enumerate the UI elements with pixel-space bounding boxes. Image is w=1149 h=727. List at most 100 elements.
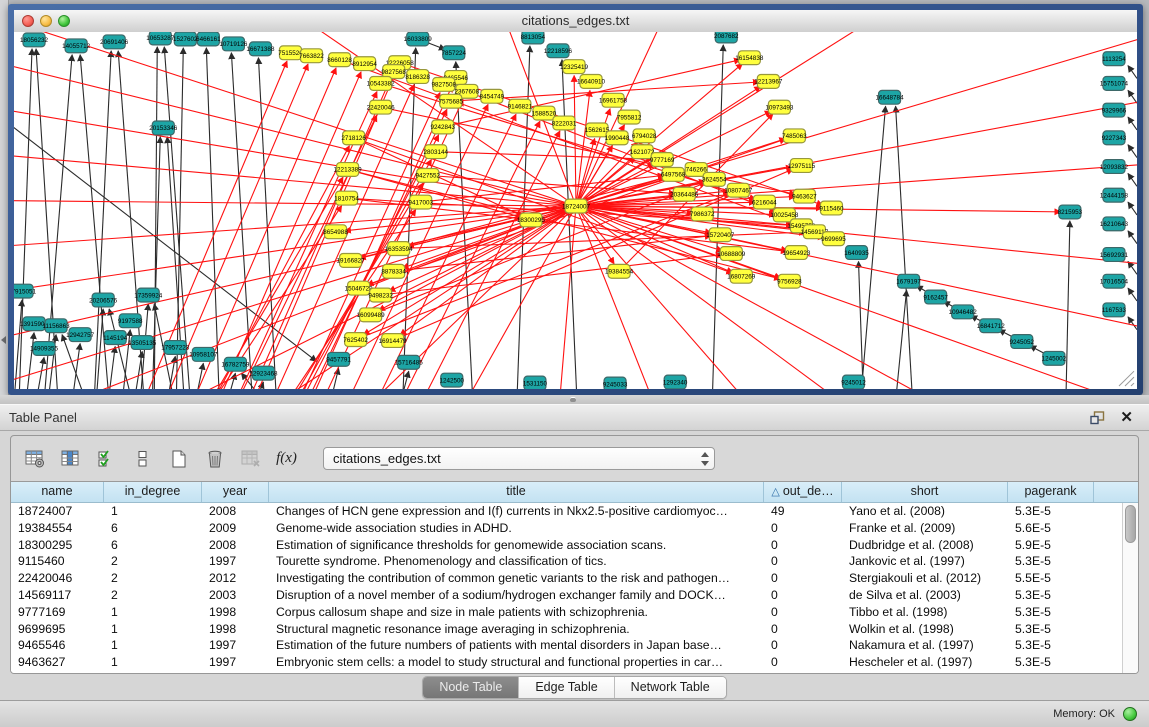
- graph-node[interactable]: 16033809: [404, 32, 433, 46]
- graph-node[interactable]: 10688809: [717, 247, 746, 261]
- graph-node[interactable]: 9498232: [368, 288, 393, 302]
- graph-node[interactable]: 15692931: [1100, 248, 1129, 262]
- graph-node[interactable]: 9245052: [1010, 335, 1035, 349]
- graph-node[interactable]: 16154838: [735, 51, 764, 65]
- graph-node[interactable]: 9197588: [118, 314, 143, 328]
- graph-node[interactable]: 16671388: [246, 42, 275, 56]
- graph-node[interactable]: 10653287: [146, 32, 175, 45]
- graph-node[interactable]: 15751074: [1100, 77, 1129, 91]
- graph-node[interactable]: 16640910: [577, 75, 606, 89]
- graph-node[interactable]: 12093832: [1100, 160, 1129, 174]
- tab-edge-table[interactable]: Edge Table: [519, 677, 614, 698]
- network-canvas[interactable]: 1872400712325419166409101696175879558121…: [14, 32, 1137, 389]
- graph-node[interactable]: 12942757: [66, 328, 95, 342]
- graph-node[interactable]: 9115460: [819, 201, 844, 215]
- column-header-in_degree[interactable]: in_degree: [104, 482, 202, 502]
- select-all-icon[interactable]: [93, 445, 120, 472]
- graph-node[interactable]: 14055712: [62, 39, 91, 53]
- graph-node[interactable]: 6466161: [196, 32, 221, 46]
- graph-node[interactable]: 7986372: [690, 207, 715, 221]
- graph-node[interactable]: 18724007: [562, 199, 591, 213]
- graph-node[interactable]: 17359924: [134, 288, 163, 302]
- graph-node[interactable]: 12923468: [249, 366, 278, 380]
- graph-node[interactable]: 10807467: [724, 183, 753, 197]
- graph-node[interactable]: 22420046: [367, 100, 396, 114]
- graph-edge[interactable]: [1128, 90, 1137, 103]
- graph-node[interactable]: 14909355: [30, 342, 59, 356]
- column-header-title[interactable]: title: [269, 482, 764, 502]
- graph-node[interactable]: 12213389: [334, 163, 363, 177]
- graph-node[interactable]: 8878334: [381, 264, 406, 278]
- graph-edge[interactable]: [576, 91, 1137, 206]
- close-panel-icon[interactable]: ✕: [1120, 408, 1133, 428]
- graph-node[interactable]: 9463627: [792, 189, 817, 203]
- graph-node[interactable]: 9227343: [1102, 131, 1127, 145]
- graph-node[interactable]: 1167533: [1102, 303, 1127, 317]
- table-row[interactable]: 1938455462009Genome-wide association stu…: [11, 520, 1122, 537]
- graph-node[interactable]: 3624554: [702, 172, 727, 186]
- graph-node[interactable]: 1679197: [896, 274, 921, 288]
- graph-node[interactable]: 8654988: [323, 225, 348, 239]
- graph-node[interactable]: 9417003: [408, 195, 433, 209]
- graph-node[interactable]: 9827508: [431, 77, 456, 91]
- graph-edge[interactable]: [14, 206, 576, 250]
- table-row[interactable]: 946362711997Embryonic stem cells: a mode…: [11, 654, 1122, 671]
- graph-edge[interactable]: [108, 346, 115, 389]
- graph-node[interactable]: 7625402: [343, 333, 368, 347]
- graph-edge[interactable]: [1128, 288, 1137, 301]
- table-row[interactable]: 946554611997Estimation of the future num…: [11, 637, 1122, 654]
- graph-node[interactable]: 1145194: [103, 331, 128, 345]
- graph-node[interactable]: 18056232: [20, 33, 49, 47]
- table-scrollbar[interactable]: [1122, 503, 1138, 673]
- graph-node[interactable]: 1531150: [523, 376, 548, 389]
- graph-edge[interactable]: [1128, 66, 1137, 79]
- graph-node[interactable]: 17915051: [14, 284, 37, 298]
- graph-node[interactable]: 9162457: [923, 290, 948, 304]
- table-row[interactable]: 977716911998Corpus callosum shape and si…: [11, 604, 1122, 621]
- graph-node[interactable]: 9699695: [821, 232, 846, 246]
- graph-edge[interactable]: [1128, 173, 1137, 186]
- graph-edge[interactable]: [19, 49, 32, 389]
- graph-node[interactable]: 1527602: [173, 32, 198, 46]
- graph-node[interactable]: 7955812: [617, 110, 642, 124]
- graph-node[interactable]: 1990448: [605, 131, 630, 145]
- graph-edge[interactable]: [1128, 145, 1137, 158]
- table-row[interactable]: 911546021997Tourette syndrome. Phenomeno…: [11, 553, 1122, 570]
- graph-node[interactable]: 20691406: [100, 35, 129, 49]
- table-row[interactable]: 1830029562008Estimation of significance …: [11, 537, 1122, 554]
- delete-table-icon[interactable]: [237, 445, 264, 472]
- graph-node[interactable]: 20206576: [89, 293, 118, 307]
- graph-node[interactable]: 7575685: [438, 94, 463, 108]
- graph-edge[interactable]: [389, 206, 576, 291]
- graph-node[interactable]: 12975115: [788, 159, 816, 173]
- graph-node[interactable]: 2803144: [423, 145, 448, 159]
- graph-edge[interactable]: [1128, 231, 1137, 244]
- column-header-short[interactable]: short: [842, 482, 1008, 502]
- graph-node[interactable]: 16648784: [876, 90, 905, 104]
- graph-edge[interactable]: [859, 261, 864, 389]
- tab-network-table[interactable]: Network Table: [615, 677, 726, 698]
- column-header-name[interactable]: name: [11, 482, 104, 502]
- delete-rows-icon[interactable]: [201, 445, 228, 472]
- graph-edge[interactable]: [134, 351, 142, 389]
- graph-edge[interactable]: [1128, 317, 1137, 330]
- memory-status-indicator[interactable]: [1123, 707, 1137, 721]
- table-row[interactable]: 1456911722003Disruption of a novel membe…: [11, 587, 1122, 604]
- table-row[interactable]: 969969511998Structural magnetic resonanc…: [11, 621, 1122, 638]
- function-builder-icon[interactable]: f(x): [273, 445, 300, 472]
- graph-node[interactable]: 9146821: [508, 99, 533, 113]
- graph-node[interactable]: 10719126: [219, 37, 248, 51]
- graph-node[interactable]: 12213967: [754, 75, 783, 89]
- graph-node[interactable]: 12444158: [1100, 188, 1129, 202]
- graph-edge[interactable]: [36, 49, 58, 389]
- graph-node[interactable]: 20364486: [670, 187, 699, 201]
- graph-edge[interactable]: [331, 368, 339, 389]
- graph-node[interactable]: 9457791: [326, 352, 351, 366]
- graph-node[interactable]: 9756928: [777, 274, 802, 288]
- table-row[interactable]: 1872400712008Changes of HCN gene express…: [11, 503, 1122, 520]
- graph-edge[interactable]: [1128, 117, 1137, 130]
- graph-node[interactable]: 19384554: [605, 264, 634, 278]
- graph-node[interactable]: 2718126: [341, 131, 366, 145]
- graph-edge[interactable]: [1066, 221, 1070, 389]
- column-header-pagerank[interactable]: pagerank: [1008, 482, 1094, 502]
